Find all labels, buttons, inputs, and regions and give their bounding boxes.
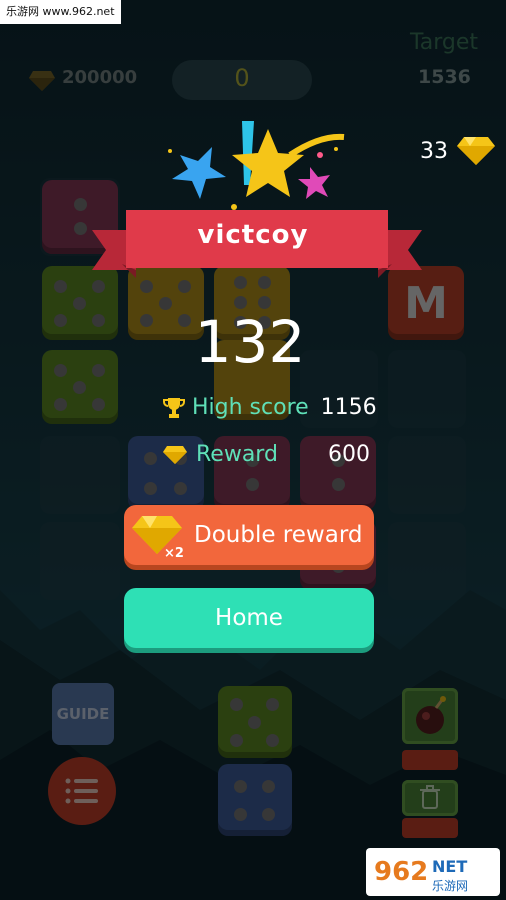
high-score-label: High score xyxy=(192,395,309,420)
next-dice[interactable] xyxy=(218,764,292,836)
board-slot xyxy=(388,350,466,428)
side-gem-counter: 33 xyxy=(420,136,496,166)
target-value: 1536 xyxy=(418,66,471,88)
high-score-row: High score 1156 xyxy=(162,395,377,420)
target-label: Target xyxy=(410,30,479,55)
diamond-icon xyxy=(457,137,495,165)
star-burst-icon xyxy=(168,121,345,210)
svg-text:乐游网: 乐游网 xyxy=(432,879,468,893)
trash-price-tag xyxy=(402,818,458,838)
current-score: 0 xyxy=(234,64,250,92)
diamond-icon xyxy=(163,445,187,464)
double-reward-button[interactable]: ×2 Double reward xyxy=(124,505,374,565)
game-screen: 乐游网 www.962.net 200000 0 Target 1536 M G… xyxy=(0,0,506,900)
side-gem-count: 33 xyxy=(420,138,448,164)
guide-button[interactable]: GUIDE xyxy=(52,683,114,745)
bomb-price-tag xyxy=(402,750,458,770)
menu-button[interactable] xyxy=(48,757,116,825)
reward-row: Reward xyxy=(162,442,278,467)
site-watermark: 乐游网 www.962.net xyxy=(0,0,121,24)
gem-counter: 200000 xyxy=(62,67,138,88)
trophy-icon xyxy=(163,397,185,418)
result-title: victcoy xyxy=(197,220,309,250)
home-button[interactable]: Home xyxy=(124,588,374,648)
diamond-icon xyxy=(29,71,55,91)
double-reward-label: Double reward xyxy=(194,522,363,548)
next-dice[interactable] xyxy=(218,686,292,758)
diamond-x2-icon: ×2 xyxy=(132,516,184,560)
bomb-icon xyxy=(416,696,446,734)
menu-icon xyxy=(65,778,98,804)
reward-value: 600 xyxy=(328,442,370,467)
reward-label: Reward xyxy=(196,442,278,467)
svg-text:NET: NET xyxy=(432,857,467,876)
double-badge: ×2 xyxy=(164,546,184,560)
svg-text:962: 962 xyxy=(374,857,428,887)
bomb-tool-button[interactable] xyxy=(402,688,458,744)
dice-tile[interactable] xyxy=(42,350,118,424)
board-slot xyxy=(40,436,120,514)
trash-tool-button[interactable] xyxy=(402,780,458,816)
trash-icon xyxy=(420,785,440,809)
board-slot xyxy=(388,436,466,514)
high-score-value: 1156 xyxy=(320,395,377,420)
site-logo: 962 NET 乐游网 xyxy=(366,848,500,896)
final-score: 132 xyxy=(194,308,306,376)
